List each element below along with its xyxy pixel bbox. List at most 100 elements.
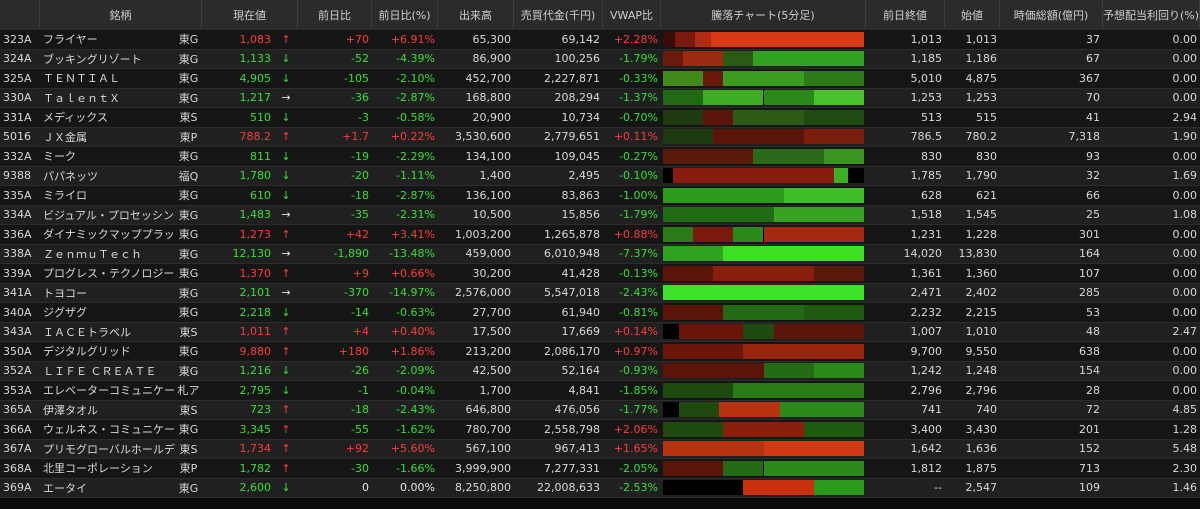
stock-row[interactable]: 353Aエレベーターコミュニケーションズ札ア 2,795 ↓ -1 -0.04% 1,70… <box>0 381 1200 401</box>
stock-code[interactable]: 353A <box>0 381 40 400</box>
header-prev-close[interactable]: 前日終値 <box>866 0 945 29</box>
stock-name[interactable]: ＬＩＦＥ ＣＲＥＡＴＥ <box>40 362 175 381</box>
header-name[interactable]: 銘柄 <box>40 0 202 29</box>
price-change-pct: -2.43% <box>396 403 435 417</box>
stock-code[interactable]: 338A <box>0 245 40 264</box>
stock-row[interactable]: 325A ＴＥＮＴＩＡＬ 東G 4,905 ↓ -105 -2.10% 452,700 2,22… <box>0 69 1200 89</box>
stock-row[interactable]: 5016 ＪＸ金属 東P 788.2 ↑ +1.7 +0.22% 3,530,600 2,779… <box>0 127 1200 147</box>
stock-code[interactable]: 339A <box>0 264 40 283</box>
stock-code[interactable]: 340A <box>0 303 40 322</box>
stock-code[interactable]: 336A <box>0 225 40 244</box>
stock-row[interactable]: 324A ブッキングリゾート 東G 1,133 ↓ -52 -4.39% 86,900 100,… <box>0 49 1200 69</box>
market-badge: 東P <box>179 130 198 144</box>
stock-row[interactable]: 350A デジタルグリッド 東G 9,880 ↑ +180 +1.86% 213,200 2,0… <box>0 342 1200 362</box>
stock-code[interactable]: 331A <box>0 108 40 127</box>
stock-row[interactable]: 368A 北里コーポレーション 東P 1,782 ↑ -30 -1.66% 3,999,900… <box>0 459 1200 479</box>
stock-name[interactable]: ＪＸ金属 <box>40 128 175 147</box>
stock-row[interactable]: 336Aダイナミックマッププラットフォーム東G 1,273 ↑ +42 +3.41% 1,… <box>0 225 1200 245</box>
header-value[interactable]: 売買代金(千円) <box>514 0 603 29</box>
stock-row[interactable]: 332A ミーク 東G 811 ↓ -19 -2.29% 134,100 109,045 -0.2… <box>0 147 1200 167</box>
chart-segment <box>663 168 674 184</box>
header-change[interactable]: 前日比 <box>298 0 372 29</box>
header-volume[interactable]: 出来高 <box>438 0 514 29</box>
stock-name[interactable]: パパネッツ <box>40 167 175 186</box>
price-change-pct: -0.04% <box>396 383 435 397</box>
chart-segment <box>847 168 864 184</box>
stock-row[interactable]: 339Aプログレス・テクノロジーズ グループ東G 1,370 ↑ +9 +0.66% 30… <box>0 264 1200 284</box>
stock-row[interactable]: 343A ＩＡＣＥトラベル 東S 1,011 ↑ +4 +0.40% 17,500 17,669… <box>0 322 1200 342</box>
stock-name[interactable]: フライヤー <box>40 30 175 49</box>
stock-code[interactable]: 341A <box>0 284 40 303</box>
stock-row[interactable]: 369A エータイ 東G 2,600 ↓ 0 0.00% 8,250,800 22,008,63… <box>0 478 1200 498</box>
stock-row[interactable]: 330A ＴａｌｅｎｔＸ 東G 1,217 → -36 -2.87% 168,800 208,2… <box>0 88 1200 108</box>
stock-row[interactable]: 9388 パパネッツ 福Q 1,780 ↓ -20 -1.11% 1,400 2,495 -0.1… <box>0 166 1200 186</box>
chart-segment <box>743 343 864 359</box>
stock-name[interactable]: プリモグローバルホールディングス <box>40 440 175 459</box>
stock-name[interactable]: プログレス・テクノロジーズ グループ <box>40 264 175 283</box>
header-vwap[interactable]: VWAP比 <box>603 0 661 29</box>
stock-name[interactable]: ＴａｌｅｎｔＸ <box>40 89 175 108</box>
stock-name[interactable]: ミーク <box>40 147 175 166</box>
stock-name[interactable]: ミライロ <box>40 186 175 205</box>
stock-name[interactable]: ＩＡＣＥトラベル <box>40 323 175 342</box>
header-mcap[interactable]: 時価総額(億円) <box>1000 0 1103 29</box>
price-change-pct: -4.39% <box>396 52 435 66</box>
stock-row[interactable]: 334Aビジュアル・プロセッシング・ジャパン東G 1,483 → -35 -2.31% 1… <box>0 205 1200 225</box>
stock-code[interactable]: 325A <box>0 69 40 88</box>
market-cap: 41 <box>1086 110 1100 124</box>
dividend-yield: 1.08 <box>1172 208 1198 222</box>
stock-name[interactable]: 北里コーポレーション <box>40 459 175 478</box>
stock-row[interactable]: 331A メディックス 東S 510 ↓ -3 -0.58% 20,900 10,734 -0.7… <box>0 108 1200 128</box>
stock-row[interactable]: 340A ジグザグ 東G 2,218 ↓ -14 -0.63% 27,700 61,940 -0.… <box>0 303 1200 323</box>
stock-code[interactable]: 352A <box>0 362 40 381</box>
header-code[interactable] <box>0 0 40 29</box>
volume: 213,200 <box>465 344 512 358</box>
stock-code[interactable]: 5016 <box>0 128 40 147</box>
stock-name[interactable]: ブッキングリゾート <box>40 50 175 69</box>
stock-code[interactable]: 368A <box>0 459 40 478</box>
stock-name[interactable]: トヨコー <box>40 284 175 303</box>
stock-name[interactable]: ジグザグ <box>40 303 175 322</box>
chart-segment <box>663 207 774 223</box>
stock-row[interactable]: 335A ミライロ 東G 610 ↓ -18 -2.87% 136,100 83,863 -1.0… <box>0 186 1200 206</box>
stock-code[interactable]: 350A <box>0 342 40 361</box>
header-open[interactable]: 始値 <box>945 0 1000 29</box>
stock-name[interactable]: ビジュアル・プロセッシング・ジャパン <box>40 206 175 225</box>
stock-code[interactable]: 343A <box>0 323 40 342</box>
stock-code[interactable]: 365A <box>0 401 40 420</box>
stock-code[interactable]: 334A <box>0 206 40 225</box>
stock-name[interactable]: ＺｅｎｍｕＴｅｃｈ <box>40 245 175 264</box>
stock-row[interactable]: 367Aプリモグローバルホールディングス東S 1,734 ↑ +92 +5.60% 567… <box>0 439 1200 459</box>
stock-code[interactable]: 323A <box>0 30 40 49</box>
header-chart[interactable]: 騰落チャート(5分足) <box>661 0 866 29</box>
stock-code[interactable]: 324A <box>0 50 40 69</box>
stock-code[interactable]: 9388 <box>0 167 40 186</box>
price-chart-cell <box>661 225 866 244</box>
stock-row[interactable]: 366Aウェルネス・コミュニケーションズ東G 3,345 ↑ -55 -1.62% 780… <box>0 420 1200 440</box>
header-yield[interactable]: 予想配当利回り(%) <box>1103 0 1200 29</box>
header-price[interactable]: 現在値 <box>202 0 298 29</box>
stock-code[interactable]: 332A <box>0 147 40 166</box>
vwap-ratio: +2.28% <box>613 32 658 46</box>
stock-row[interactable]: 338A ＺｅｎｍｕＴｅｃｈ 東G 12,130 → -1,890 -13.48% 459,0… <box>0 244 1200 264</box>
prev-close: 830 <box>921 149 942 163</box>
stock-code[interactable]: 330A <box>0 89 40 108</box>
stock-code[interactable]: 366A <box>0 420 40 439</box>
stock-name[interactable]: メディックス <box>40 108 175 127</box>
stock-name[interactable]: 伊澤タオル <box>40 401 175 420</box>
trend-arrow-icon: → <box>281 91 291 105</box>
stock-row[interactable]: 352A ＬＩＦＥ ＣＲＥＡＴＥ 東G 1,216 ↓ -26 -2.09% 42,500 52… <box>0 361 1200 381</box>
stock-row[interactable]: 365A 伊澤タオル 東S 723 ↑ -18 -2.43% 646,800 476,056 -1… <box>0 400 1200 420</box>
stock-name[interactable]: ＴＥＮＴＩＡＬ <box>40 69 175 88</box>
stock-code[interactable]: 369A <box>0 479 40 498</box>
stock-code[interactable]: 335A <box>0 186 40 205</box>
stock-name[interactable]: エータイ <box>40 479 175 498</box>
stock-name[interactable]: デジタルグリッド <box>40 342 175 361</box>
stock-row[interactable]: 341A トヨコー 東G 2,101 → -370 -14.97% 2,576,000 5,54… <box>0 283 1200 303</box>
stock-name[interactable]: ダイナミックマッププラットフォーム <box>40 225 175 244</box>
stock-name[interactable]: ウェルネス・コミュニケーションズ <box>40 420 175 439</box>
stock-code[interactable]: 367A <box>0 440 40 459</box>
stock-row[interactable]: 323A フライヤー 東G 1,083 ↑ +70 +6.91% 65,300 69,142 +2… <box>0 30 1200 50</box>
header-change-pct[interactable]: 前日比(%) <box>372 0 438 29</box>
stock-name[interactable]: エレベーターコミュニケーションズ <box>40 381 175 400</box>
